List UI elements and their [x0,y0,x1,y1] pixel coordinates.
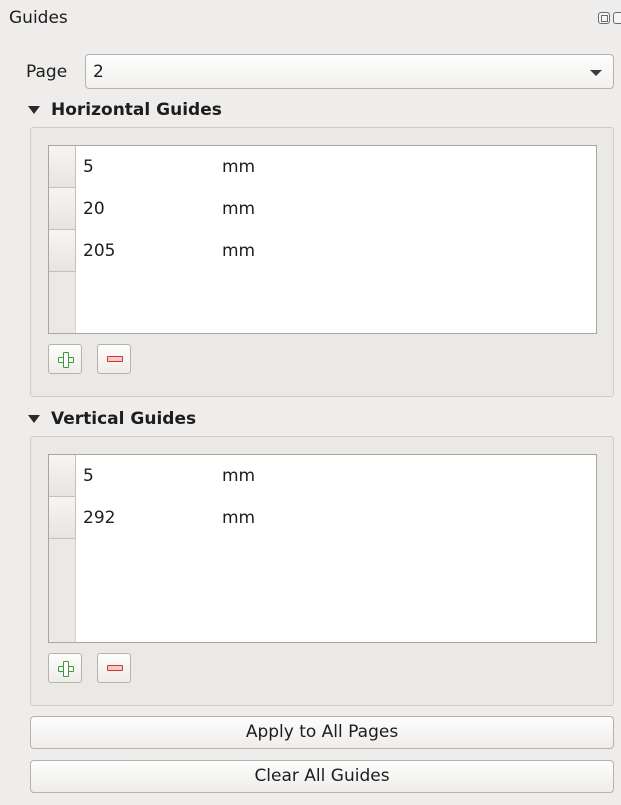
collapse-arrow-icon [28,106,40,114]
table-row[interactable]: 205 mm [49,230,596,272]
add-icon [58,352,74,368]
add-vertical-guide-button[interactable] [48,653,82,683]
row-header[interactable] [49,188,76,230]
apply-to-all-pages-button[interactable]: Apply to All Pages [30,716,614,749]
remove-horizontal-guide-button[interactable] [97,344,131,374]
collapse-arrow-icon [28,415,40,423]
table-row[interactable]: 20 mm [49,188,596,230]
vertical-guides-table[interactable]: 5 mm 292 mm [48,454,597,643]
table-row[interactable]: 5 mm [49,455,596,497]
close-icon[interactable] [613,12,621,24]
horizontal-guides-header[interactable]: Horizontal Guides [28,100,222,120]
vertical-guides-header[interactable]: Vertical Guides [28,409,196,429]
row-header[interactable] [49,455,76,497]
guide-unit[interactable]: mm [222,508,255,528]
page-select[interactable]: 2 [85,54,614,89]
vertical-guides-title: Vertical Guides [51,409,197,429]
add-horizontal-guide-button[interactable] [48,344,82,374]
table-row[interactable]: 292 mm [49,497,596,539]
add-icon [58,661,74,677]
page-select-value: 2 [93,62,104,82]
dock-title-bar: Guides [0,0,621,38]
float-icon[interactable] [598,12,610,24]
guide-unit[interactable]: mm [222,157,255,177]
guide-unit[interactable]: mm [222,241,255,261]
guide-position[interactable]: 292 [83,508,115,528]
remove-vertical-guide-button[interactable] [97,653,131,683]
remove-icon [107,665,123,671]
row-header[interactable] [49,230,76,272]
guide-unit[interactable]: mm [222,466,255,486]
guide-position[interactable]: 205 [83,241,115,261]
page-label: Page [26,62,68,82]
row-header[interactable] [49,146,76,188]
guide-position[interactable]: 20 [83,199,105,219]
horizontal-guides-table[interactable]: 5 mm 20 mm 205 mm [48,145,597,334]
remove-icon [107,356,123,362]
table-row[interactable]: 5 mm [49,146,596,188]
panel-title: Guides [9,8,68,28]
guides-panel: Guides Page 2 Horizontal Guides 5 mm 20 … [0,0,621,805]
horizontal-guides-title: Horizontal Guides [51,100,222,120]
row-header[interactable] [49,497,76,539]
guide-position[interactable]: 5 [83,157,94,177]
guide-position[interactable]: 5 [83,466,94,486]
chevron-down-icon [590,70,602,76]
guide-unit[interactable]: mm [222,199,255,219]
clear-all-guides-button[interactable]: Clear All Guides [30,760,614,793]
